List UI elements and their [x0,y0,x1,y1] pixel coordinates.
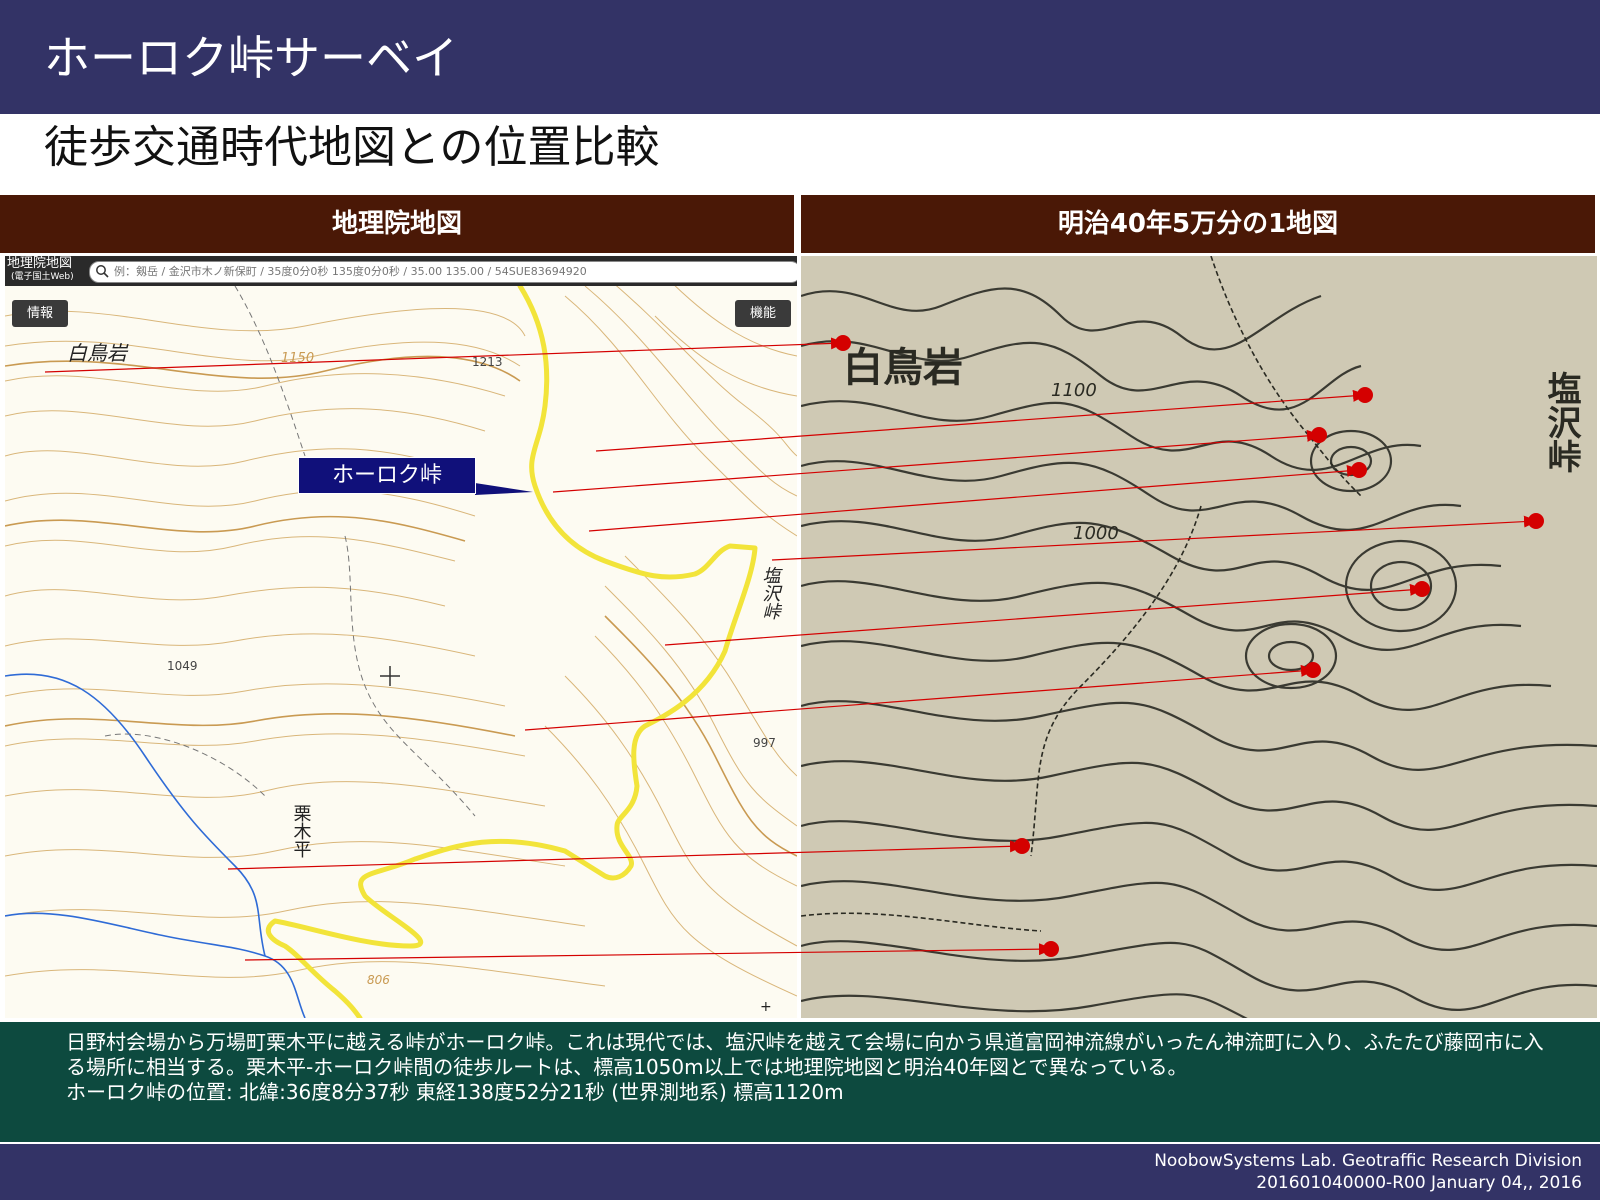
gsi-map-canvas: 白鳥岩 1150 1213 1049 997 806 塩沢峠 栗木平 + [5,275,797,1018]
label-elev-806: 806 [367,973,390,987]
label-elev-1049: 1049 [167,659,198,673]
gsi-logo: 地理院地図 [7,256,73,271]
label-shiozawa-pass: 塩沢峠 [760,566,781,620]
left-panel-header: 地理院地図 [0,195,794,253]
gsi-toolbar: 地理院地図 (電子国土Web) [5,256,797,286]
function-button[interactable]: 機能 [735,300,791,327]
slide-title: ホーロク峠サーベイ [44,31,458,85]
old-label-contour-1000: 1000 [1073,523,1119,544]
label-kurikidaira: 栗木平 [291,804,312,858]
footer-doc-id: 201601040000-R00 January 04,, 2016 [1256,1173,1582,1193]
gsi-search-box[interactable] [89,261,797,283]
old-label-white-tori-rock: 白鳥岩 [843,345,963,391]
zoom-plus: + [760,999,772,1015]
meiji-map: 白鳥岩 1100 1000 塩沢峠 [801,256,1597,1018]
info-button[interactable]: 情報 [12,300,68,327]
label-elev-1213: 1213 [472,355,503,369]
gsi-map[interactable]: 白鳥岩 1150 1213 1049 997 806 塩沢峠 栗木平 + 地理院… [5,256,797,1018]
label-white-tori-rock: 白鳥岩 [67,341,129,365]
gsi-logo-sub: (電子国土Web) [11,272,74,282]
search-input[interactable] [114,262,794,282]
caption-text: 日野村会場から万場町栗木平に越える峠がホーロク峠。これは現代では、塩沢峠を越えて… [66,1030,1546,1105]
right-panel-header: 明治40年5万分の1地図 [801,195,1595,253]
meiji-map-canvas: 白鳥岩 1100 1000 塩沢峠 [801,256,1597,1018]
old-label-contour-1100: 1100 [1051,380,1097,401]
label-elev-997: 997 [753,736,776,750]
caption-paragraph: 日野村会場から万場町栗木平に越える峠がホーロク峠。これは現代では、塩沢峠を越えて… [66,1030,1544,1079]
horoku-pass-callout: ホーロク峠 [298,457,476,494]
search-icon [96,265,109,278]
caption-location: ホーロク峠の位置: 北緯:36度8分37秒 東経138度52分21秒 (世界測地… [66,1080,844,1104]
old-label-shiozawa-pass: 塩沢峠 [1541,371,1581,473]
footer-org: NoobowSystems Lab. Geotraffic Research D… [1154,1151,1582,1171]
label-elev-1150: 1150 [281,351,314,366]
slide-subtitle: 徒歩交通時代地図との位置比較 [44,122,660,173]
